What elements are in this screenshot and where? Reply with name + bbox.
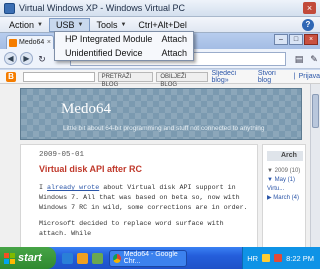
navbar-separator: | — [293, 73, 296, 80]
usb-dropdown: HP Integrated Module Attach Unidentified… — [54, 31, 194, 61]
create-blog-link[interactable]: Stvori blog — [258, 70, 291, 84]
start-label: start — [18, 252, 42, 264]
attach-label: Attach — [161, 34, 187, 44]
media-player-icon[interactable] — [77, 252, 88, 264]
show-desktop-icon[interactable] — [92, 252, 103, 264]
internet-explorer-icon[interactable] — [62, 252, 73, 264]
network-icon[interactable] — [262, 254, 271, 262]
ctrl-alt-del-button[interactable]: Ctrl+Alt+Del — [132, 18, 193, 32]
flag-blog-button[interactable]: OBILJEŽI BLOG — [156, 71, 209, 88]
already-wrote-link[interactable]: already wrote — [47, 184, 99, 192]
maximize-icon[interactable]: □ — [289, 34, 303, 45]
usb-device-name: Unidentified Device — [65, 48, 143, 58]
chevron-down-icon: ▼ — [37, 21, 43, 28]
start-button[interactable]: start — [0, 247, 56, 269]
search-blog-button[interactable]: PRETRAŽI BLOG — [97, 71, 154, 88]
taskbar: start Medo64 - Google Chr... HR 8:22 PM — [0, 247, 320, 269]
archive-item[interactable]: Virtu... — [267, 185, 300, 194]
web-page: B PRETRAŽI BLOG OBILJEŽI BLOG Sljedeći b… — [0, 70, 320, 247]
virtual-pc-icon — [4, 2, 15, 14]
page-menu-icon[interactable]: ▤ — [293, 53, 305, 65]
clock: 8:22 PM — [286, 253, 314, 263]
minimize-icon[interactable]: – — [274, 34, 288, 45]
post-paragraph: Microsoft decided to replace word surfac… — [39, 220, 224, 238]
post-body: I already wrote about Virtual disk API s… — [39, 183, 253, 245]
tools-menu-label: Tools — [96, 19, 118, 30]
attach-label: Attach — [161, 48, 187, 58]
windows-flag-icon — [4, 252, 15, 264]
browser-tab[interactable]: Medo64 × — [6, 35, 54, 49]
chevron-down-icon: ▼ — [120, 21, 127, 28]
blogger-logo-icon[interactable]: B — [6, 71, 16, 82]
tools-menu[interactable]: Tools ▼ — [90, 18, 132, 32]
taskbar-chrome-button[interactable]: Medo64 - Google Chr... — [109, 249, 187, 267]
archive-item[interactable]: ▼ 2009 (10) — [267, 167, 300, 176]
close-icon[interactable]: × — [303, 2, 316, 14]
window-controls: – □ × — [274, 34, 318, 45]
sign-in-link[interactable]: Prijava — [299, 73, 320, 80]
post-text: I — [39, 184, 48, 192]
archive-item[interactable]: ▼ May (1) — [267, 176, 300, 185]
usb-menu[interactable]: USB ▼ — [48, 17, 91, 32]
action-menu[interactable]: Action ▼ — [3, 18, 49, 32]
post-date: 2009-05-01 — [39, 151, 85, 159]
blog-search-input[interactable] — [22, 71, 95, 82]
archive-heading: Arch — [267, 151, 303, 161]
task-button-label: Medo64 - Google Chr... — [123, 251, 178, 265]
language-indicator[interactable]: HR — [247, 254, 258, 263]
back-icon[interactable]: ◀ — [4, 52, 17, 65]
scrollbar-thumb[interactable] — [312, 94, 319, 128]
usb-device-item[interactable]: HP Integrated Module Attach — [55, 33, 193, 46]
reload-icon[interactable]: ↻ — [36, 53, 48, 65]
tab-title: Medo64 — [19, 39, 45, 46]
next-blog-link[interactable]: Sljedeći blog» — [211, 70, 254, 84]
blogger-favicon-icon — [9, 38, 17, 47]
archive-item[interactable]: ▶ March (4) — [267, 194, 300, 203]
post-paragraph: I already wrote about Virtual disk API s… — [39, 183, 253, 213]
usb-device-name: HP Integrated Module — [65, 34, 153, 44]
close-icon[interactable]: × — [304, 34, 318, 45]
system-tray: HR 8:22 PM — [242, 247, 320, 269]
chevron-down-icon: ▼ — [77, 21, 84, 28]
forward-icon[interactable]: ▶ — [20, 52, 33, 65]
wrench-icon[interactable]: ✎ — [308, 53, 320, 65]
page-scrollbar[interactable] — [310, 84, 320, 247]
blog-archive-sidebar: Arch ▼ 2009 (10) ▼ May (1) Virtu... ▶ Ma… — [262, 144, 306, 247]
post-title[interactable]: Virtual disk API after RC — [39, 164, 142, 174]
blogger-navbar: B PRETRAŽI BLOG OBILJEŽI BLOG Sljedeći b… — [0, 70, 320, 88]
action-menu-label: Action — [9, 19, 35, 30]
ctrl-alt-del-label: Ctrl+Alt+Del — [138, 19, 187, 30]
help-icon[interactable]: ? — [302, 19, 314, 31]
blog-header: Medo64 Little bit about 64-bit programmi… — [20, 88, 302, 140]
chrome-icon — [113, 253, 121, 263]
browser-window: Medo64 × – □ × ◀ ▶ ↻ + ▤ ✎ B PRETRAŽI BL… — [0, 33, 320, 247]
quick-launch — [62, 252, 103, 264]
blog-title[interactable]: Medo64 — [61, 101, 111, 118]
archive-heading-label: Arch — [281, 152, 297, 159]
tab-close-icon[interactable]: × — [47, 39, 51, 46]
usb-device-item[interactable]: Unidentified Device Attach — [55, 47, 193, 60]
blog-description: Little bit about 64-bit programming and … — [63, 125, 265, 132]
window-title: Virtual Windows XP - Windows Virtual PC — [19, 3, 186, 13]
vpc-title-bar: Virtual Windows XP - Windows Virtual PC … — [0, 0, 320, 17]
security-alert-icon[interactable] — [274, 254, 283, 262]
post-area: 2009-05-01 Virtual disk API after RC I a… — [20, 144, 258, 247]
usb-menu-label: USB — [55, 19, 75, 30]
archive-list: ▼ 2009 (10) ▼ May (1) Virtu... ▶ March (… — [267, 167, 300, 203]
